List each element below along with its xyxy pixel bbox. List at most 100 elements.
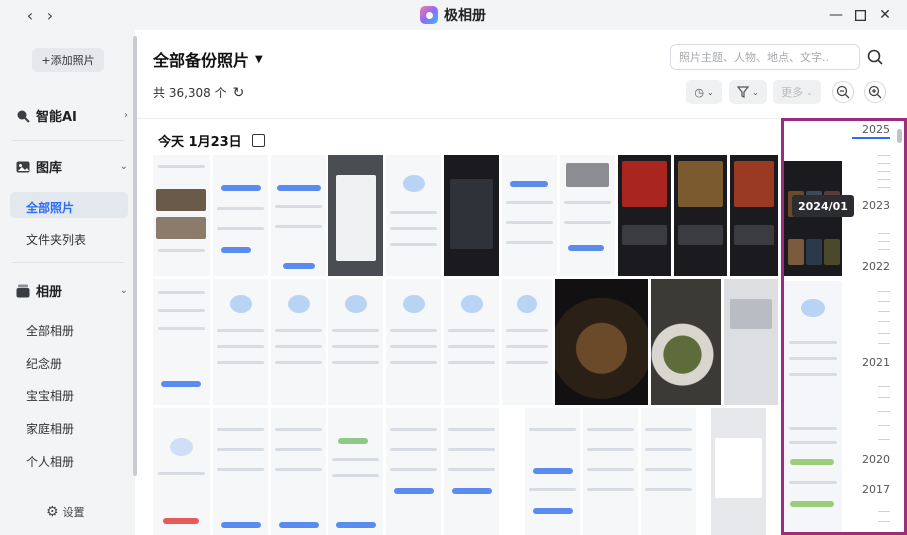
photo-thumbnail[interactable] bbox=[271, 408, 326, 535]
divider bbox=[12, 262, 124, 263]
photo-thumbnail[interactable] bbox=[555, 279, 648, 405]
section-label: 图库 bbox=[36, 161, 63, 176]
timeline-scrubber[interactable]: 2025 2023 2022 2021 2020 2017 2024/01 bbox=[781, 118, 907, 535]
sidebar-section-albums[interactable]: 相册 ⌄ bbox=[16, 281, 128, 300]
photo-thumbnail[interactable] bbox=[641, 408, 696, 535]
photo-thumbnail[interactable] bbox=[724, 279, 778, 405]
sidebar-item-memories[interactable]: 纪念册 bbox=[26, 355, 62, 372]
timeline-tick bbox=[878, 249, 890, 250]
photo-thumbnail[interactable] bbox=[444, 155, 499, 276]
photo-thumbnail[interactable] bbox=[153, 279, 210, 405]
photo-thumbnail[interactable] bbox=[328, 279, 383, 405]
forward-icon[interactable]: › bbox=[40, 5, 60, 25]
chevron-down-icon: ⌄ bbox=[119, 161, 128, 172]
timeline-tick bbox=[878, 425, 890, 426]
photo-thumbnail[interactable] bbox=[730, 155, 778, 276]
photo-thumbnail[interactable] bbox=[618, 155, 671, 276]
close-icon[interactable]: ✕ bbox=[875, 5, 895, 25]
sidebar-item-all-albums[interactable]: 全部相册 bbox=[26, 322, 74, 339]
sort-button[interactable]: ◷ ⌄ bbox=[686, 80, 722, 104]
date-group-header: 今天 1月23日 bbox=[158, 131, 265, 150]
search-box[interactable] bbox=[670, 44, 860, 70]
refresh-icon[interactable]: ↻ bbox=[233, 85, 245, 101]
timeline-tick bbox=[878, 386, 890, 387]
timeline-year[interactable]: 2021 bbox=[862, 356, 890, 369]
date-label: 今天 1月23日 bbox=[158, 135, 242, 150]
photo-thumbnail[interactable] bbox=[386, 279, 441, 405]
timeline-year[interactable]: 2017 bbox=[862, 483, 890, 496]
photo-thumbnail[interactable] bbox=[153, 155, 210, 276]
timeline-tick bbox=[878, 511, 890, 512]
photo-thumbnail[interactable] bbox=[328, 155, 383, 276]
page-title[interactable]: 全部备份照片 ▼ bbox=[153, 47, 263, 71]
photo-thumbnail[interactable] bbox=[213, 279, 268, 405]
filter-button[interactable]: ⌄ bbox=[729, 80, 767, 104]
timeline-tick bbox=[878, 397, 890, 398]
more-label: 更多 bbox=[781, 86, 804, 99]
timeline-tick bbox=[878, 291, 890, 292]
photo-thumbnail[interactable] bbox=[711, 408, 766, 535]
sidebar-section-library[interactable]: 图库 ⌄ bbox=[16, 157, 128, 176]
photo-thumbnail[interactable] bbox=[386, 408, 441, 535]
section-label: 相册 bbox=[36, 285, 63, 300]
zoom-out-button[interactable] bbox=[832, 81, 854, 103]
photo-thumbnail[interactable] bbox=[502, 155, 557, 276]
filter-icon bbox=[737, 86, 750, 98]
search-input[interactable] bbox=[679, 46, 829, 68]
photo-thumbnail[interactable] bbox=[328, 408, 383, 535]
search-icon[interactable] bbox=[866, 48, 884, 66]
sidebar-item-baby-album[interactable]: 宝宝相册 bbox=[26, 387, 74, 404]
minimize-icon[interactable]: — bbox=[826, 5, 846, 25]
sidebar-item-folders[interactable]: 文件夹列表 bbox=[26, 231, 86, 248]
photo-thumbnail[interactable] bbox=[153, 408, 210, 535]
zoom-in-icon bbox=[868, 85, 882, 99]
sidebar-item-family-album[interactable]: 家庭相册 bbox=[26, 420, 74, 437]
timeline-tick bbox=[878, 333, 890, 334]
sidebar-section-ai[interactable]: 智能AI › bbox=[16, 106, 128, 125]
timeline-year[interactable]: 2020 bbox=[862, 453, 890, 466]
timeline-year[interactable]: 2022 bbox=[862, 260, 890, 273]
clock-sort-icon: ◷ bbox=[694, 85, 704, 99]
photo-thumbnail[interactable] bbox=[213, 155, 268, 276]
zoom-in-button[interactable] bbox=[864, 81, 886, 103]
photo-grid bbox=[153, 155, 778, 535]
section-label: 智能AI bbox=[36, 110, 77, 125]
title-bar: ‹ › 极相册 — ✕ bbox=[0, 0, 907, 30]
photo-thumbnail[interactable] bbox=[444, 279, 499, 405]
photo-thumbnail[interactable] bbox=[386, 155, 441, 276]
photo-thumbnail[interactable] bbox=[583, 408, 638, 535]
caret-down-icon: ▼ bbox=[255, 53, 263, 65]
photo-thumbnail[interactable] bbox=[674, 155, 727, 276]
timeline-tick bbox=[878, 439, 890, 440]
album-icon bbox=[16, 284, 30, 297]
photo-count: 共 36,308 个 ↻ bbox=[153, 84, 244, 101]
settings-button[interactable]: ⚙ 设置 bbox=[46, 504, 85, 520]
sidebar-item-all-photos[interactable]: 全部照片 bbox=[26, 199, 74, 216]
timeline-year[interactable]: 2023 bbox=[862, 199, 890, 212]
timeline-tick bbox=[878, 163, 890, 164]
back-icon[interactable]: ‹ bbox=[20, 5, 40, 25]
maximize-icon[interactable] bbox=[850, 5, 870, 25]
photo-thumbnail[interactable] bbox=[213, 408, 268, 535]
photo-thumbnail[interactable] bbox=[502, 279, 552, 405]
chevron-down-icon: ⌄ bbox=[752, 87, 759, 97]
timeline-year[interactable]: 2025 bbox=[862, 123, 890, 136]
timeline-tick bbox=[878, 233, 890, 234]
photo-thumbnail[interactable] bbox=[560, 155, 615, 276]
more-button[interactable]: 更多 ⌄ bbox=[773, 80, 821, 104]
add-photo-button[interactable]: +添加照片 bbox=[32, 48, 104, 72]
timeline-tick bbox=[878, 171, 890, 172]
timeline-tick bbox=[878, 187, 890, 188]
sidebar-scrollbar[interactable] bbox=[133, 36, 137, 476]
photo-thumbnail[interactable] bbox=[444, 408, 499, 535]
photo-thumbnail[interactable] bbox=[271, 279, 326, 405]
timeline-tick bbox=[878, 321, 890, 322]
photo-thumbnail[interactable] bbox=[271, 155, 326, 276]
photo-thumbnail[interactable] bbox=[651, 279, 721, 405]
divider bbox=[12, 140, 124, 141]
photo-thumbnail[interactable] bbox=[525, 408, 580, 535]
sidebar-item-personal-album[interactable]: 个人相册 bbox=[26, 453, 74, 470]
select-all-checkbox[interactable] bbox=[251, 134, 265, 147]
app-title-text: 极相册 bbox=[444, 8, 486, 24]
timeline-scroll-thumb[interactable] bbox=[897, 129, 902, 143]
